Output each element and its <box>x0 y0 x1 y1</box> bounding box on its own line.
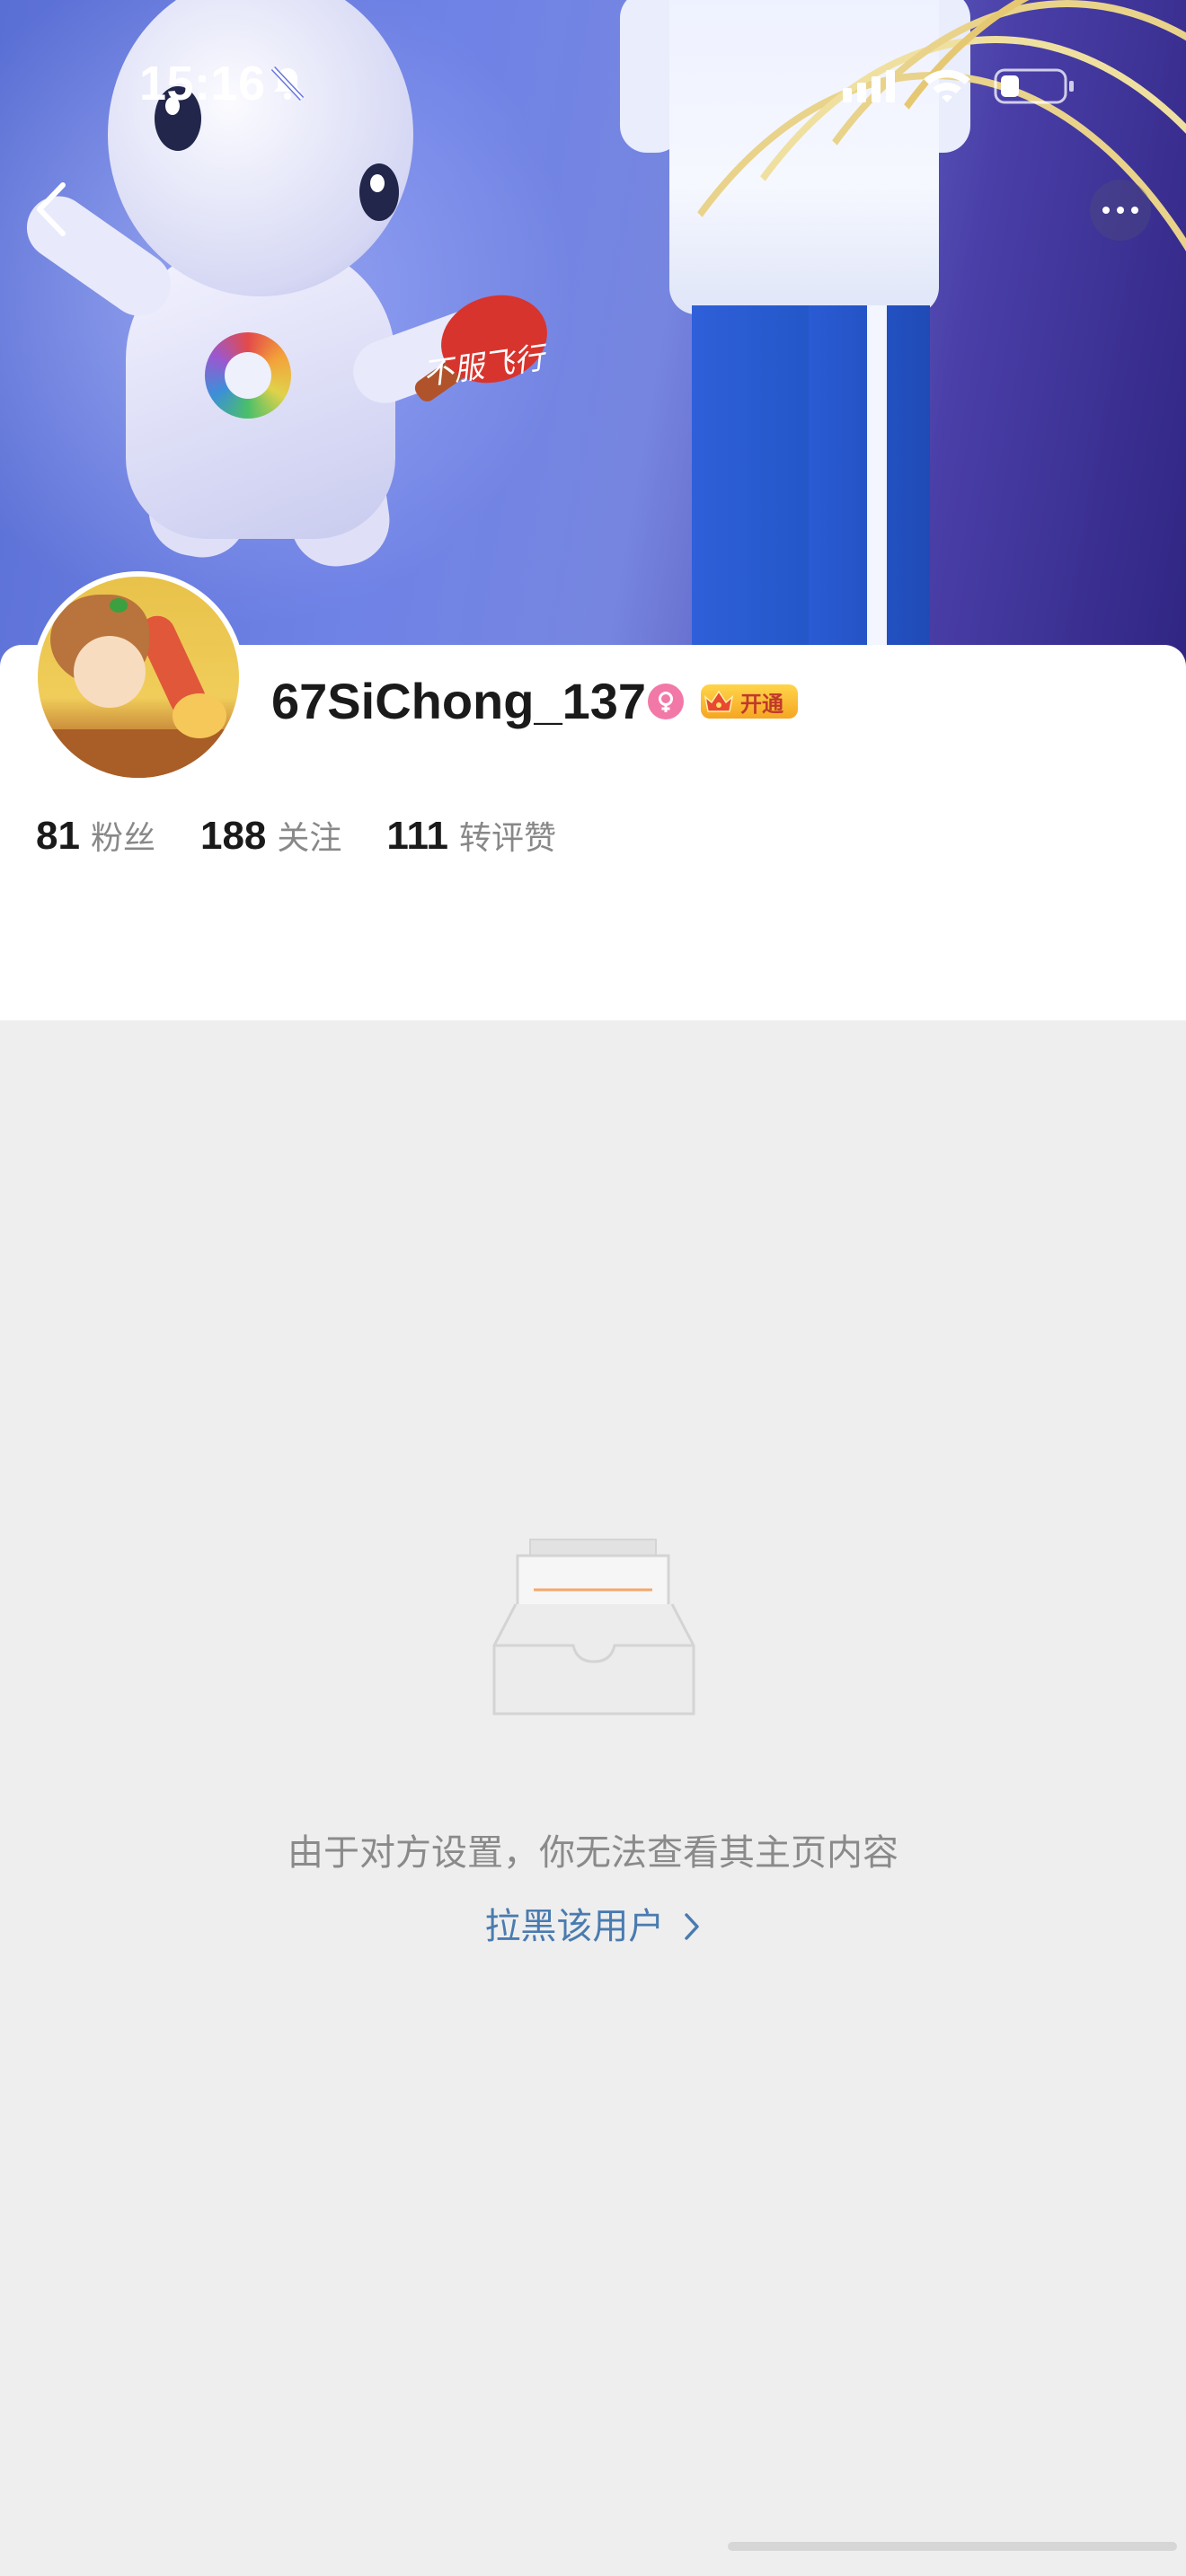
more-options-button[interactable] <box>1090 180 1151 241</box>
battery-icon <box>994 66 1076 110</box>
vip-open-badge[interactable]: 开通 <box>701 684 798 719</box>
wifi-icon <box>920 65 974 109</box>
home-indicator[interactable] <box>728 2542 1177 2551</box>
stat-label: 转评赞 <box>458 819 556 856</box>
stat-followers[interactable]: 81 粉丝 <box>36 812 155 859</box>
stat-engagement[interactable]: 111 转评赞 <box>386 812 556 859</box>
female-icon <box>648 684 684 719</box>
crown-icon <box>701 684 737 719</box>
username: 67SiChong_137 <box>271 673 647 729</box>
block-user-label: 拉黑该用户 <box>484 1907 665 1946</box>
stat-label: 关注 <box>277 819 342 856</box>
block-user-link[interactable]: 拉黑该用户 <box>0 1897 1186 1949</box>
stat-value: 188 <box>199 814 267 858</box>
profile-stats: 81 粉丝 188 关注 111 转评赞 <box>36 812 601 859</box>
avatar-image <box>38 577 239 778</box>
bell-off-icon <box>268 63 307 107</box>
avatar-pet <box>173 693 226 738</box>
avatar[interactable] <box>32 571 244 783</box>
stat-label: 粉丝 <box>90 819 155 856</box>
mascot-eye <box>359 163 399 221</box>
restricted-message: 由于对方设置，你无法查看其主页内容 <box>288 1833 898 1873</box>
games-logo <box>205 332 291 419</box>
avatar-face <box>74 636 146 708</box>
avatar-hair-clip <box>110 598 128 613</box>
chevron-left-icon <box>37 182 66 236</box>
vip-label: 开通 <box>740 692 783 717</box>
empty-inbox-icon <box>491 1538 697 1727</box>
more-horizontal-icon <box>1099 202 1142 218</box>
status-time: 15:16 <box>139 57 266 110</box>
stat-value: 81 <box>36 814 80 858</box>
cellular-signal-icon <box>841 68 904 109</box>
chevron-right-icon <box>684 1913 699 1940</box>
back-button[interactable] <box>25 178 79 241</box>
stat-following[interactable]: 188 关注 <box>200 812 341 859</box>
stat-value: 111 <box>386 814 448 858</box>
